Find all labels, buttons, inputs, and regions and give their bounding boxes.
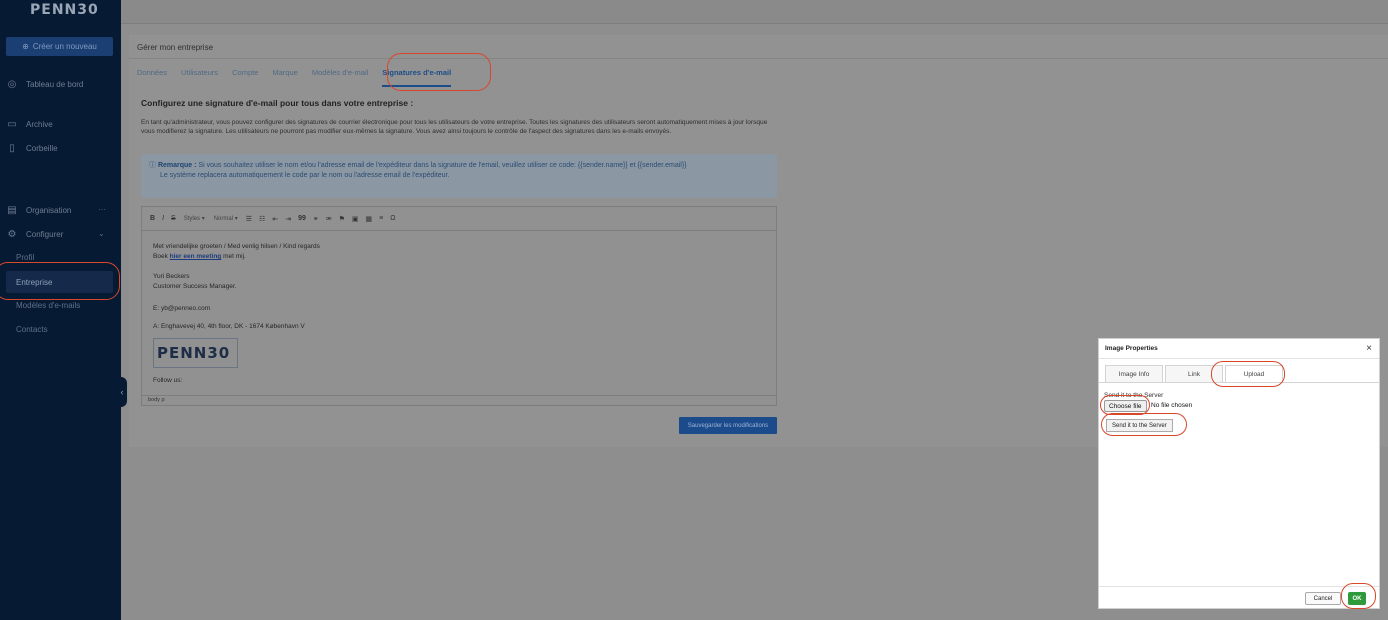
- numbered-list-icon[interactable]: ☰: [246, 215, 252, 223]
- tab-email-signatures[interactable]: Signatures d'e-mail: [382, 68, 452, 87]
- section-description: En tant qu'administrateur, vous pouvez c…: [141, 119, 768, 135]
- strikethrough-button[interactable]: S: [171, 215, 176, 222]
- sidebar-item-dashboard[interactable]: ◎ Tableau de bord: [6, 78, 84, 90]
- sidebar-item-label: Tableau de bord: [26, 79, 84, 89]
- bold-button[interactable]: B: [150, 215, 155, 222]
- tab-image-info[interactable]: Image Info: [1105, 365, 1163, 382]
- anchor-flag-icon[interactable]: ⚑: [339, 215, 345, 223]
- upload-label: Send it to the Server: [1104, 392, 1164, 399]
- sidebar-item-archive[interactable]: ▭ Archive: [6, 118, 53, 130]
- indent-icon[interactable]: ⇥: [285, 215, 291, 223]
- link-icon[interactable]: ⚭: [313, 215, 319, 223]
- signature-email: E: yb@penneo.com: [153, 305, 211, 312]
- editor-status-bar: body p: [142, 395, 776, 405]
- italic-button[interactable]: I: [162, 215, 164, 222]
- note-text-2: Le système replacera automatiquement le …: [160, 172, 450, 179]
- gear-icon: ⚙: [7, 228, 17, 240]
- special-character-button[interactable]: Ω: [390, 215, 395, 222]
- sidebar-subitem-enterprise[interactable]: Entreprise: [6, 271, 113, 293]
- signature-meeting-line: Boek hier een meeting met mij.: [153, 252, 320, 262]
- sidebar-collapse-button[interactable]: ‹: [117, 377, 127, 407]
- chevron-down-icon: ⌄: [98, 229, 105, 238]
- sidebar-subitem-email-templates[interactable]: Modèles d'e-mails: [16, 301, 80, 310]
- plus-circle-icon: ⊕: [22, 42, 29, 51]
- tab-email-templates[interactable]: Modèles d'e-mail: [312, 68, 368, 87]
- sidebar-item-configure[interactable]: ⚙ Configurer: [6, 228, 64, 240]
- send-to-server-button[interactable]: Send it to the Server: [1106, 419, 1173, 432]
- file-status: No file chosen: [1151, 402, 1193, 409]
- signature-logo-image[interactable]: PENN30: [153, 338, 238, 368]
- cancel-button[interactable]: Cancel: [1305, 592, 1341, 605]
- tab-link[interactable]: Link: [1165, 365, 1223, 382]
- meeting-prefix: Boek: [153, 253, 170, 260]
- dashboard-icon: ◎: [7, 78, 17, 90]
- image-properties-dialog: Image Properties × Image Info Link Uploa…: [1098, 338, 1380, 609]
- rich-text-editor[interactable]: B I S Styles ▾ Normal ▾ ☰ ☷ ⇤ ⇥ 99 ⚭ ⚮ ⚑…: [141, 206, 777, 406]
- styles-dropdown[interactable]: Styles ▾: [183, 214, 206, 223]
- more-options-icon[interactable]: ···: [98, 205, 106, 214]
- dialog-tabs: Image Info Link Upload: [1105, 365, 1285, 382]
- tab-data[interactable]: Données: [137, 68, 167, 87]
- tab-users[interactable]: Utilisateurs: [181, 68, 218, 87]
- format-dropdown[interactable]: Normal ▾: [213, 214, 239, 223]
- save-changes-button[interactable]: Sauvegarder les modifications: [679, 417, 777, 434]
- signature-logo-text: PENN30: [157, 344, 231, 362]
- section-heading: Configurez une signature d'e-mail pour t…: [141, 98, 414, 108]
- signature-name: Yuri Beckers: [153, 273, 190, 280]
- styles-label: Styles: [183, 216, 201, 222]
- note-label: Remarque :: [157, 162, 197, 169]
- bullet-list-icon[interactable]: ☷: [259, 215, 265, 223]
- signature-follow: Follow us:: [153, 377, 183, 384]
- close-icon[interactable]: ×: [1366, 343, 1372, 354]
- table-icon[interactable]: ▦: [366, 215, 373, 223]
- sidebar: PENN30 ⊕ Créer un nouveau ◎ Tableau de b…: [0, 0, 121, 620]
- meeting-suffix: met mij.: [221, 253, 246, 260]
- blockquote-button[interactable]: 99: [298, 215, 306, 222]
- sidebar-subitem-profile[interactable]: Profil: [16, 253, 34, 262]
- signature-address: A: Enghavevej 40, 4th floor, DK - 1674 K…: [153, 323, 305, 330]
- create-new-button[interactable]: ⊕ Créer un nouveau: [6, 37, 113, 56]
- dialog-footer-divider: [1099, 586, 1379, 587]
- sidebar-item-label: Organisation: [26, 205, 72, 215]
- create-new-label: Créer un nouveau: [32, 42, 97, 51]
- tab-upload[interactable]: Upload: [1225, 365, 1283, 382]
- logo: PENN30: [30, 2, 99, 18]
- tab-account[interactable]: Compte: [232, 68, 258, 87]
- chevron-left-icon: ‹: [120, 387, 124, 397]
- note-text: Si vous souhaitez utiliser le nom et/ou …: [198, 162, 687, 169]
- signature-role: Customer Success Manager.: [153, 283, 237, 290]
- outdent-icon[interactable]: ⇤: [272, 215, 278, 223]
- sidebar-subitem-contacts[interactable]: Contacts: [16, 325, 48, 334]
- editor-content[interactable]: Met vriendelijke groeten / Med venlig hi…: [153, 242, 320, 386]
- dialog-title: Image Properties: [1099, 339, 1379, 359]
- signature-greeting: Met vriendelijke groeten / Med venlig hi…: [153, 243, 320, 250]
- meeting-link[interactable]: hier een meeting: [170, 253, 222, 260]
- image-icon[interactable]: ▣: [352, 215, 359, 223]
- panel-title: Gérer mon entreprise: [129, 35, 1388, 59]
- format-label: Normal: [213, 216, 234, 222]
- horizontal-line-icon[interactable]: ≡: [379, 215, 383, 222]
- ok-button[interactable]: OK: [1348, 592, 1366, 605]
- unlink-icon[interactable]: ⚮: [326, 215, 332, 223]
- tab-brand[interactable]: Marque: [272, 68, 297, 87]
- sidebar-item-trash[interactable]: ▯ Corbeille: [6, 142, 58, 154]
- top-bar: [121, 0, 1388, 24]
- trash-icon: ▯: [9, 142, 15, 154]
- building-icon: ▤: [7, 204, 17, 216]
- sidebar-item-organisation[interactable]: ▤ Organisation: [6, 204, 71, 216]
- tab-bar: Données Utilisateurs Compte Marque Modèl…: [137, 68, 465, 87]
- sidebar-item-label: Configurer: [26, 229, 64, 239]
- divider: [1099, 382, 1379, 383]
- sidebar-item-label: Archive: [26, 119, 53, 129]
- info-note: ⓘ Remarque : Si vous souhaitez utiliser …: [141, 154, 777, 198]
- choose-file-button[interactable]: Choose file: [1104, 400, 1147, 412]
- sidebar-item-label: Corbeille: [26, 143, 58, 153]
- archive-icon: ▭: [7, 118, 17, 130]
- editor-toolbar: B I S Styles ▾ Normal ▾ ☰ ☷ ⇤ ⇥ 99 ⚭ ⚮ ⚑…: [142, 207, 776, 231]
- info-icon: ⓘ: [149, 162, 156, 169]
